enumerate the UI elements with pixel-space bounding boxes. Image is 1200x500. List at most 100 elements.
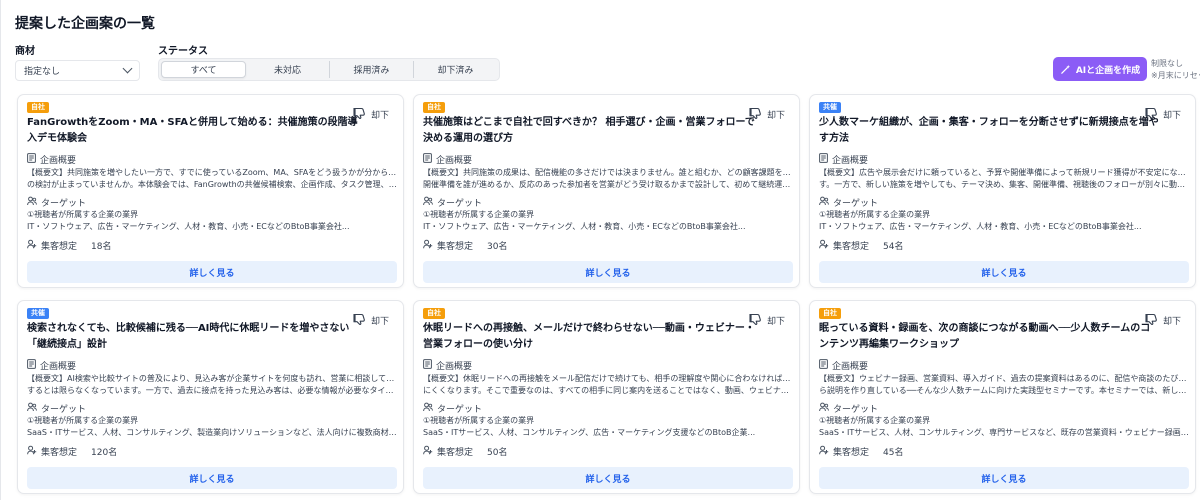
target-heading-label: ターゲット <box>41 199 87 209</box>
target-heading-label: ターゲット <box>437 405 483 415</box>
attendance-label: 集客想定 <box>437 448 474 458</box>
card-title: 少人数マーケ組織が、企画・集客・フォローを分断させずに新規接点を増やす方法 <box>819 117 1159 144</box>
document-icon <box>27 359 36 372</box>
attendance-row: 集客想定 45名 <box>819 445 903 458</box>
overview-text-line1: 【概要文】AI検索や比較サイトの普及により、見込み客が企業サイトを何度も訪れ、営… <box>27 374 397 383</box>
target-text-line2: SaaS・ITサービス、人材、コンサルティング、広告・マーケティング支援などのB… <box>423 428 756 437</box>
view-details-button[interactable]: 詳しく見る <box>819 467 1189 489</box>
target-heading: ターゲット <box>27 402 86 415</box>
attendance-row: 集客想定 18名 <box>27 239 111 252</box>
create-with-ai-button[interactable]: AIと企画を作成 <box>1053 57 1147 81</box>
overview-text-line1: 【概要文】広告や展示会だけに頼っていると、予算や開催準備によって新規リード獲得が… <box>819 168 1189 177</box>
users-icon <box>27 402 37 415</box>
user-plus-icon <box>819 239 829 252</box>
overview-heading-label: 企画概要 <box>40 362 77 372</box>
attendance-label: 集客想定 <box>833 242 870 252</box>
target-heading: ターゲット <box>423 196 482 209</box>
attendance-label: 集客想定 <box>41 242 78 252</box>
overview-text-line2: す。一方で、新しい施策を増やしても、テーマ決め、集客、開催準備、視聴後のフォロー… <box>819 180 1189 189</box>
type-badge: 自社 <box>819 308 841 319</box>
target-heading: ターゲット <box>423 402 482 415</box>
status-tabs: すべて 未対応 採用済み 却下済み <box>158 58 500 81</box>
type-badge: 自社 <box>423 308 445 319</box>
view-details-button[interactable]: 詳しく見る <box>819 261 1189 283</box>
target-text-line1: ①視聴者が所属する企業の業界 <box>423 416 535 425</box>
overview-text-line2: の検討が止まっていませんか。本体験会では、FanGrowthの共催候補検索、企画… <box>27 180 397 189</box>
target-text-line1: ①視聴者が所属する企業の業界 <box>819 416 931 425</box>
attendance-value: 50名 <box>487 448 508 458</box>
target-text-line1: ①視聴者が所属する企業の業界 <box>27 416 139 425</box>
overview-heading: 企画概要 <box>423 153 472 166</box>
target-text-line2: IT・ソフトウェア、広告・マーケティング、人材・教育、小売・ECなどのBtoB事… <box>423 222 746 231</box>
chevron-down-icon <box>122 63 133 74</box>
overview-heading-label: 企画概要 <box>40 156 77 166</box>
usage-note: 制限なし ※月末にリセット <box>1151 58 1200 82</box>
user-plus-icon <box>27 445 37 458</box>
overview-heading: 企画概要 <box>819 359 868 372</box>
card-title: 眠っている資料・録画を、次の商談につながる動画へ──少人数チームのコンテンツ再編… <box>819 323 1151 350</box>
attendance-label: 集客想定 <box>437 242 474 252</box>
document-icon <box>819 359 828 372</box>
users-icon <box>423 402 433 415</box>
view-details-button[interactable]: 詳しく見る <box>27 261 397 283</box>
view-details-button[interactable]: 詳しく見る <box>27 467 397 489</box>
magic-wand-icon <box>1061 64 1070 74</box>
card-title: FanGrowthをZoom・MA・SFAと併用して始める：共催施策の段階導入デ… <box>27 117 358 144</box>
user-plus-icon <box>27 239 37 252</box>
target-text-line2: SaaS・ITサービス、人材、コンサルティング、専門サービスなど、既存の営業資料… <box>819 428 1189 437</box>
user-plus-icon <box>423 239 433 252</box>
tab-all[interactable]: すべて <box>161 61 246 78</box>
card-title: 休眠リードへの再接触、メールだけで終わらせない──動画・ウェビナー・営業フォロー… <box>423 323 755 350</box>
attendance-row: 集客想定 54名 <box>819 239 903 252</box>
overview-text-line1: 【概要文】共同施策の成果は、配信機能の多さだけでは決まりません。誰と組むか、どの… <box>423 168 793 177</box>
reject-label: 却下 <box>766 316 785 327</box>
target-heading-label: ターゲット <box>833 405 879 415</box>
attendance-value: 54名 <box>883 242 904 252</box>
overview-heading-label: 企画概要 <box>832 156 869 166</box>
attendance-value: 45名 <box>883 448 904 458</box>
attendance-label: 集客想定 <box>833 448 870 458</box>
product-select[interactable]: 指定なし <box>15 60 140 81</box>
overview-text-line2: にくくなります。そこで重要なのは、すべての相手に同じ案内を送ることではなく、動画… <box>423 386 793 395</box>
create-with-ai-label: AIと企画を作成 <box>1075 65 1141 76</box>
target-text-line1: ①視聴者が所属する企業の業界 <box>819 210 931 219</box>
target-heading: ターゲット <box>819 402 878 415</box>
card-title: 共催施策はどこまで自社で回すべきか？ 相手選び・企画・営業フォローで決める運用の… <box>423 117 755 144</box>
overview-heading: 企画概要 <box>27 153 76 166</box>
attendance-row: 集客想定 120名 <box>27 445 117 458</box>
document-icon <box>819 153 828 166</box>
tab-adopted[interactable]: 採用済み <box>330 61 414 78</box>
overview-text-line2: 開催準備を誰が進めるか、反応のあった参加者を営業がどう受け取るかまで設計して、初… <box>423 180 793 189</box>
usage-note-reset: ※月末にリセット <box>1151 71 1200 80</box>
type-badge: 自社 <box>423 102 445 113</box>
overview-text-line2: するとは限らなくなっています。一方で、過去に接点を持った見込み客は、必要な情報が… <box>27 386 397 395</box>
attendance-label: 集客想定 <box>41 448 78 458</box>
overview-heading: 企画概要 <box>423 359 472 372</box>
users-icon <box>423 196 433 209</box>
overview-heading: 企画概要 <box>819 153 868 166</box>
product-select-value: 指定なし <box>24 67 61 77</box>
target-heading: ターゲット <box>819 196 878 209</box>
target-text-line1: ①視聴者が所属する企業の業界 <box>27 210 139 219</box>
tab-rejected[interactable]: 却下済み <box>414 61 497 78</box>
document-icon <box>27 153 36 166</box>
view-details-button[interactable]: 詳しく見る <box>423 467 793 489</box>
proposal-list-page: 提案した企画案の一覧 商材 指定なし ステータス すべて 未対応 採用済み 却下… <box>0 0 1200 500</box>
overview-text-line1: 【概要文】ウェビナー録画、営業資料、導入ガイド、過去の提案資料はあるのに、配信や… <box>819 374 1189 383</box>
users-icon <box>819 402 829 415</box>
overview-heading-label: 企画概要 <box>436 362 473 372</box>
reject-label: 却下 <box>1162 110 1181 121</box>
reject-label: 却下 <box>370 316 389 327</box>
status-filter-label: ステータス <box>158 46 208 57</box>
overview-heading: 企画概要 <box>27 359 76 372</box>
target-heading-label: ターゲット <box>41 405 87 415</box>
attendance-row: 集客想定 50名 <box>423 445 507 458</box>
target-text-line1: ①視聴者が所属する企業の業界 <box>423 210 535 219</box>
type-badge: 共催 <box>27 308 49 319</box>
target-text-line2: SaaS・ITサービス、人材、コンサルティング、製造業向けソリューションなど、法… <box>27 428 397 437</box>
proposal-card: 共催 却下 少人数マーケ組織が、企画・集客・フォローを分断させずに新規接点を増や… <box>809 94 1196 288</box>
view-details-button[interactable]: 詳しく見る <box>423 261 793 283</box>
reject-label: 却下 <box>766 110 785 121</box>
document-icon <box>423 153 432 166</box>
tab-pending[interactable]: 未対応 <box>246 61 330 78</box>
